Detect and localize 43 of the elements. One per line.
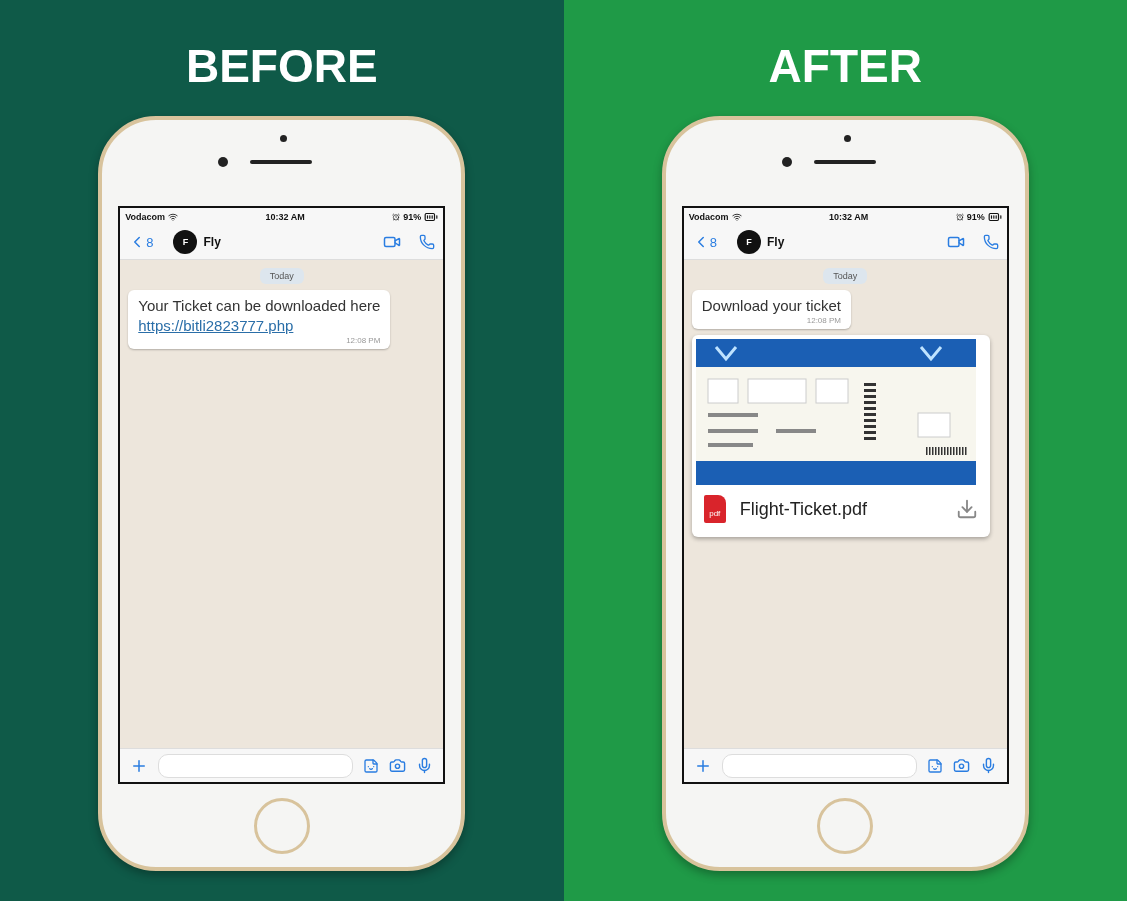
status-time: 10:32 AM — [265, 211, 305, 222]
message-input-field[interactable] — [158, 753, 354, 778]
carrier-name: Vodacom — [125, 211, 166, 222]
file-name: Flight-Ticket.pdf — [739, 498, 869, 520]
sticker-icon[interactable] — [363, 757, 380, 774]
wifi-icon — [731, 211, 742, 222]
alarm-icon — [392, 212, 401, 221]
battery-percent: 91% — [403, 211, 422, 222]
wifi-icon — [168, 211, 179, 222]
front-camera — [781, 157, 792, 167]
earpiece-speaker — [250, 160, 313, 164]
alarm-icon — [955, 212, 964, 221]
message-time: 12:08 PM — [806, 316, 841, 325]
panel-title: BEFORE — [185, 40, 378, 92]
camera-icon[interactable] — [389, 757, 407, 774]
contact-name: Fly — [767, 235, 786, 249]
download-icon[interactable] — [955, 498, 978, 520]
contact-name: Fly — [203, 235, 222, 249]
message-text: Your Ticket can be downloaded here — [138, 296, 381, 316]
message-link[interactable]: https://bitli2823777.php — [138, 316, 381, 336]
carrier-name: Vodacom — [688, 211, 729, 222]
front-camera — [218, 157, 229, 167]
pdf-file-icon: pdf — [703, 495, 726, 523]
status-time: 10:32 AM — [829, 211, 869, 222]
date-label: Today — [823, 268, 868, 284]
back-button[interactable]: 8 — [691, 233, 717, 251]
panel-title: AFTER — [768, 40, 922, 92]
phone-call-icon[interactable] — [982, 234, 999, 250]
contact-avatar: F — [173, 230, 198, 254]
sensor-dot — [843, 135, 851, 142]
document-message[interactable]: pdf Flight-Ticket.pdf — [691, 335, 990, 537]
battery-percent: 91% — [966, 211, 985, 222]
date-label: Today — [259, 268, 304, 284]
phone-call-icon[interactable] — [419, 234, 436, 250]
contact-avatar: F — [737, 230, 761, 254]
back-button[interactable]: 8 — [128, 233, 154, 251]
camera-icon[interactable] — [952, 757, 970, 774]
sticker-icon[interactable] — [926, 757, 943, 774]
message-input-field[interactable] — [721, 753, 917, 778]
sensor-dot — [280, 135, 288, 142]
message-time: 12:08 PM — [346, 336, 381, 345]
earpiece-speaker — [813, 160, 876, 164]
message-text: Download your ticket — [701, 296, 841, 316]
